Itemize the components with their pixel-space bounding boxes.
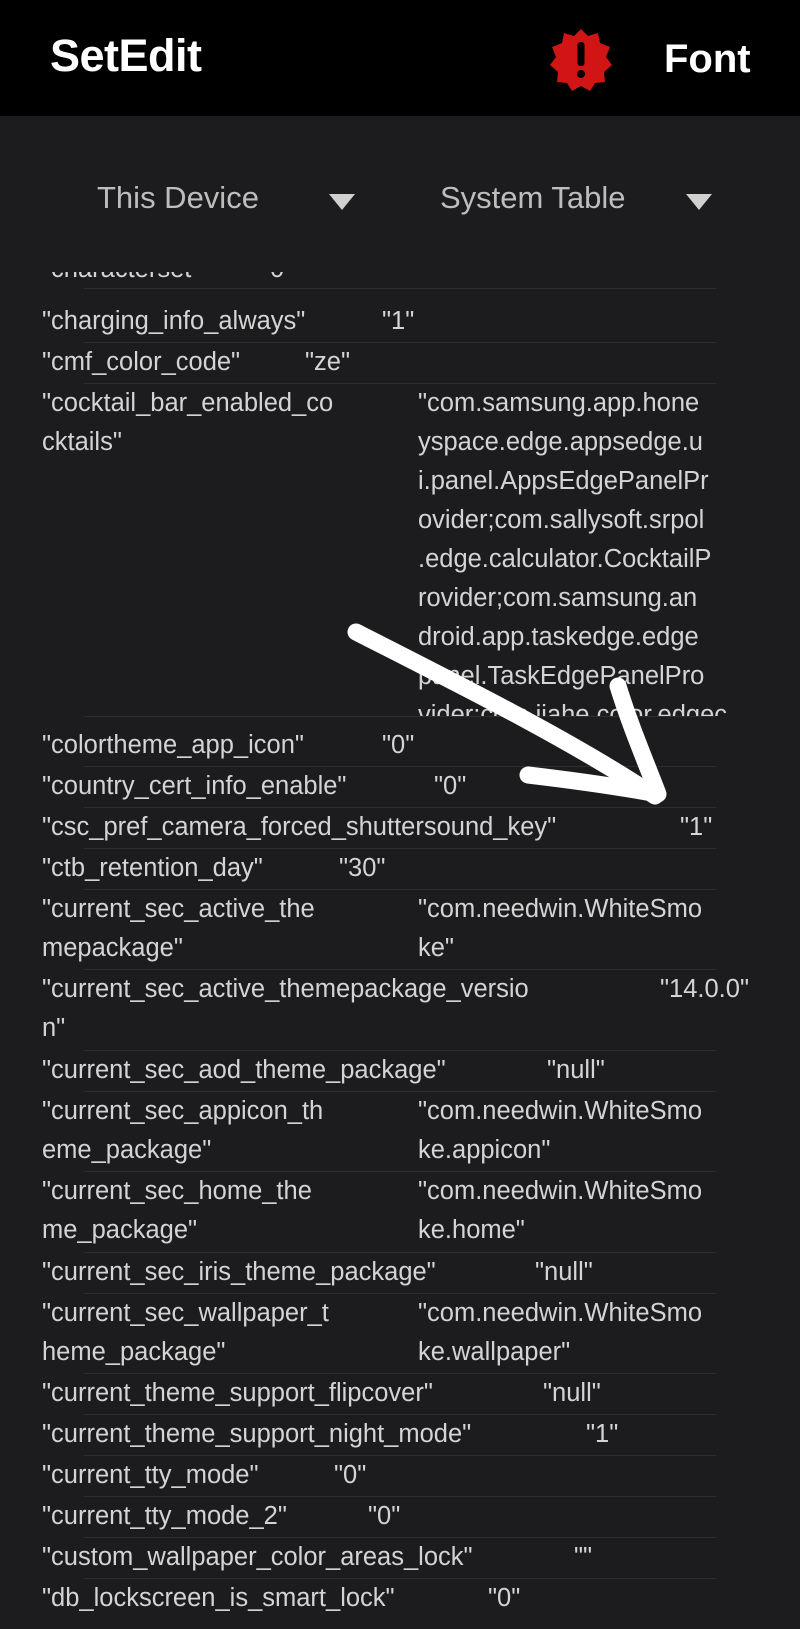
app-title: SetEdit <box>50 30 202 81</box>
setting-key: "csc_pref_camera_forced_shuttersound_key… <box>42 813 557 841</box>
font-button[interactable]: Font <box>664 37 751 82</box>
setting-value: "com.needwin.WhiteSmo <box>418 1299 702 1327</box>
setting-value: "0" <box>368 1502 401 1530</box>
list-item[interactable]: "current_tty_mode_2" "0" <box>0 1497 800 1538</box>
setting-value: "com.needwin.WhiteSmo <box>418 1177 702 1205</box>
setting-key: "current_sec_wallpaper_t <box>42 1299 329 1327</box>
table-selector-label: System Table <box>440 180 626 215</box>
setting-value: "1" <box>586 1420 619 1448</box>
device-selector-label: This Device <box>97 180 259 215</box>
list-item[interactable]: "charging_info_always" "1" <box>0 302 800 343</box>
setting-key: "country_cert_info_enable" <box>42 772 347 800</box>
list-item[interactable]: "db_lockscreen_is_smart_lock" "0" <box>0 1579 800 1620</box>
list-item[interactable]: "country_cert_info_enable" "0" <box>0 767 800 808</box>
settings-list[interactable]: "characterset" 0 "charging_info_always" … <box>0 272 800 1629</box>
list-item[interactable]: "current_sec_appicon_th eme_package" "co… <box>0 1092 800 1172</box>
setting-value: "0" <box>488 1584 521 1612</box>
list-item[interactable]: "characterset" 0 <box>0 272 800 289</box>
table-selector[interactable]: System Table <box>440 180 720 224</box>
list-item[interactable]: "current_sec_iris_theme_package" "null" <box>0 1253 800 1294</box>
setting-value: "0" <box>434 772 467 800</box>
list-item[interactable]: "current_theme_support_night_mode" "1" <box>0 1415 800 1456</box>
alert-badge-icon[interactable] <box>548 27 614 93</box>
setting-key: cktails" <box>42 428 122 456</box>
setting-value: "0" <box>334 1461 367 1489</box>
setting-value: "30" <box>339 854 386 882</box>
setting-key: n" <box>42 1014 66 1042</box>
setting-key: "current_theme_support_flipcover" <box>42 1379 433 1407</box>
setting-key: "db_lockscreen_is_smart_lock" <box>42 1584 395 1612</box>
list-item[interactable]: "current_sec_active_the mepackage" "com.… <box>0 890 800 970</box>
setting-value: "" <box>574 1543 593 1571</box>
list-item[interactable]: "csc_pref_camera_forced_shuttersound_key… <box>0 808 800 849</box>
setting-key: "current_sec_aod_theme_package" <box>42 1056 446 1084</box>
setting-key: "ctb_retention_day" <box>42 854 263 882</box>
app-bar: SetEdit Font <box>0 0 800 116</box>
list-item[interactable]: "current_sec_active_themepackage_versio … <box>0 970 800 1051</box>
setting-key: mepackage" <box>42 934 183 962</box>
list-item[interactable]: "current_sec_home_the me_package" "com.n… <box>0 1172 800 1253</box>
list-item[interactable]: "current_sec_wallpaper_t heme_package" "… <box>0 1294 800 1374</box>
setting-key: "current_sec_active_themepackage_versio <box>42 975 529 1003</box>
setting-key: "custom_wallpaper_color_areas_lock" <box>42 1543 473 1571</box>
setting-key: "cocktail_bar_enabled_co <box>42 389 334 417</box>
list-item[interactable]: "current_sec_aod_theme_package" "null" <box>0 1051 800 1092</box>
device-selector[interactable]: This Device <box>97 180 357 224</box>
setting-value: ke" <box>418 934 454 962</box>
setting-value: "14.0.0" <box>660 975 750 1003</box>
setting-value: "null" <box>543 1379 601 1407</box>
setting-value: "1" <box>680 813 713 841</box>
list-item[interactable]: "current_tty_mode" "0" <box>0 1456 800 1497</box>
setting-value: ke.appicon" <box>418 1136 551 1164</box>
setting-value: ke.wallpaper" <box>418 1338 571 1366</box>
setting-value: "com.samsung.app.hone yspace.edge.appsed… <box>418 389 728 716</box>
list-item[interactable]: "colortheme_app_icon" "0" <box>0 726 800 767</box>
setting-value: 0 <box>270 272 284 289</box>
setting-value: ke.home" <box>418 1216 525 1244</box>
setting-key: "current_theme_support_night_mode" <box>42 1420 472 1448</box>
setting-value: "0" <box>382 731 415 759</box>
setting-key: "current_sec_active_the <box>42 895 315 923</box>
setting-key: "charging_info_always" <box>42 307 306 335</box>
list-item[interactable]: "custom_wallpaper_color_areas_lock" "" <box>0 1538 800 1579</box>
setting-key: eme_package" <box>42 1136 212 1164</box>
setting-value: "ze" <box>305 348 351 376</box>
setting-key: "current_sec_appicon_th <box>42 1097 324 1125</box>
setting-key: "current_sec_home_the <box>42 1177 312 1205</box>
setting-key: "colortheme_app_icon" <box>42 731 304 759</box>
setting-key: "cmf_color_code" <box>42 348 241 376</box>
chevron-down-icon <box>686 194 712 210</box>
divider <box>84 288 716 289</box>
setting-key: "current_sec_iris_theme_package" <box>42 1258 436 1286</box>
setting-key: "current_tty_mode_2" <box>42 1502 287 1530</box>
setting-value: "null" <box>547 1056 605 1084</box>
list-item[interactable]: "current_theme_support_flipcover" "null" <box>0 1374 800 1415</box>
setting-key: heme_package" <box>42 1338 226 1366</box>
setting-key: me_package" <box>42 1216 198 1244</box>
setting-value: "com.needwin.WhiteSmo <box>418 1097 702 1125</box>
chevron-down-icon <box>329 194 355 210</box>
list-item[interactable]: "ctb_retention_day" "30" <box>0 849 800 890</box>
list-item[interactable]: "cmf_color_code" "ze" <box>0 343 800 384</box>
setting-value: "com.needwin.WhiteSmo <box>418 895 702 923</box>
divider <box>84 716 716 717</box>
setting-key: "characterset" <box>42 272 200 289</box>
setting-key: "current_tty_mode" <box>42 1461 259 1489</box>
setting-value: "1" <box>382 307 415 335</box>
setting-value: "null" <box>535 1258 593 1286</box>
